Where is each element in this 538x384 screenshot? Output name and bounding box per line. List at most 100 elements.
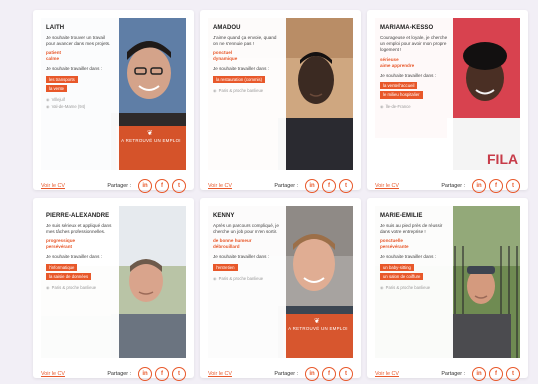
facebook-icon[interactable]: f	[155, 179, 169, 193]
quality: débrouillard	[213, 244, 240, 250]
linkedin-icon[interactable]: in	[305, 367, 319, 381]
card-footer: Voir le CV Partager : in f t	[41, 176, 186, 196]
location-pin-icon: ◉	[213, 87, 217, 93]
see-cv-link[interactable]: Voir le CV	[375, 371, 399, 377]
linkedin-icon[interactable]: in	[472, 179, 486, 193]
facebook-icon[interactable]: f	[322, 367, 336, 381]
twitter-icon[interactable]: t	[339, 367, 353, 381]
share-label: Partager :	[274, 371, 298, 377]
wish-label: Je souhaite travailler dans :	[213, 66, 269, 72]
card-footer: Voir le CV Partager : in f t	[208, 176, 353, 196]
candidate-card-laith: ❦ A RETROUVÉ UN EMPLOI LAITH Je souhaite…	[33, 10, 194, 193]
candidate-description: Après un parcours compliqué, je cherche …	[213, 223, 279, 235]
candidate-name: KENNY	[213, 213, 235, 219]
location-pin-icon: ◉	[380, 103, 384, 109]
wish-label: Je souhaite travailler dans :	[46, 66, 102, 72]
wish-label: Je souhaite travailler dans :	[46, 254, 102, 260]
candidate-description: Je suis au pied près de réussir dans vot…	[380, 223, 443, 235]
flame-logo-icon: ❦	[314, 318, 321, 325]
candidate-name: LAITH	[46, 25, 65, 31]
quality: dynamique	[213, 56, 238, 62]
sector-tag: un salon de coiffure	[380, 272, 424, 281]
sector-tag: la vente	[46, 84, 68, 93]
candidate-card-marie-emilie: MARIE-EMILIE Je suis au pied près de réu…	[367, 198, 528, 381]
facebook-icon[interactable]: f	[489, 179, 503, 193]
share-label: Partager :	[274, 183, 298, 189]
candidate-location: ◉ Île-de-France	[380, 104, 448, 110]
candidate-card-pierre-alexandre: PIERRE-ALEXANDRE Je suis sérieux et appl…	[33, 198, 194, 381]
candidate-location: ◉ Paris & proche banlieue	[46, 285, 114, 291]
candidate-description: Courageuse et loyale, je cherche un empl…	[380, 35, 448, 53]
location-text: Île-de-France	[385, 103, 411, 109]
candidate-location: ◉ Paris & proche banlieue	[213, 88, 281, 94]
sector-tag: la vente/l'accueil	[380, 81, 418, 90]
card-footer: Voir le CV Partager : in f t	[375, 176, 520, 196]
candidate-info: AMADOU J'aime quand ça envoie, quand on …	[208, 18, 286, 170]
candidate-info: KENNY Après un parcours compliqué, je ch…	[208, 206, 286, 358]
linkedin-icon[interactable]: in	[138, 367, 152, 381]
candidate-location: ◉ Val-de-Marne (94)	[46, 104, 114, 110]
candidate-location: ◉ Paris & proche banlieue	[380, 285, 448, 291]
twitter-icon[interactable]: t	[506, 367, 520, 381]
candidate-description: Je suis sérieux et appliqué dans mes tâc…	[46, 223, 112, 235]
location-pin-icon: ◉	[213, 275, 217, 281]
candidate-info: MARIAMA-KESSO Courageuse et loyale, je c…	[375, 18, 453, 170]
candidate-qualities: sérieuse aime apprendre	[380, 57, 448, 69]
facebook-icon[interactable]: f	[155, 367, 169, 381]
candidate-info: LAITH Je souhaite trouver un travail pou…	[41, 18, 119, 170]
card-footer: Voir le CV Partager : in f t	[375, 364, 520, 384]
see-cv-link[interactable]: Voir le CV	[208, 183, 232, 189]
hired-ribbon-text: A RETROUVÉ UN EMPLOI	[288, 326, 348, 331]
candidate-qualities: ponctuelle persévérante	[380, 238, 448, 250]
location-pin-icon: ◉	[46, 285, 50, 291]
twitter-icon[interactable]: t	[172, 179, 186, 193]
wish-label: Je souhaite travailler dans :	[213, 254, 269, 260]
see-cv-link[interactable]: Voir le CV	[375, 183, 399, 189]
sector-tag: le milieu hospitalier	[380, 91, 423, 99]
twitter-icon[interactable]: t	[506, 179, 520, 193]
facebook-icon[interactable]: f	[322, 179, 336, 193]
see-cv-link[interactable]: Voir le CV	[41, 371, 65, 377]
sector-tag: la saisie de données	[46, 272, 92, 281]
location-text: Paris & proche banlieue	[51, 285, 97, 291]
sector-tag: l'informatique	[46, 263, 78, 271]
linkedin-icon[interactable]: in	[472, 367, 486, 381]
candidate-name: MARIE-EMILIE	[380, 213, 423, 219]
card-footer: Voir le CV Partager : in f t	[208, 364, 353, 384]
candidate-name: MARIAMA-KESSO	[380, 25, 434, 31]
share-label: Partager :	[441, 371, 465, 377]
sector-tag: un baby-sitting	[380, 263, 414, 271]
shirt-print: FILA	[487, 151, 518, 167]
quality: persévérant	[46, 244, 73, 250]
location-text: Paris & proche banlieue	[385, 285, 431, 291]
candidate-info: MARIE-EMILIE Je suis au pied près de réu…	[375, 206, 453, 358]
share-label: Partager :	[441, 183, 465, 189]
location-text: Val-de-Marne (94)	[51, 103, 86, 109]
candidate-card-amadou: AMADOU J'aime quand ça envoie, quand on …	[200, 10, 361, 193]
candidate-info: PIERRE-ALEXANDRE Je suis sérieux et appl…	[41, 206, 119, 358]
see-cv-link[interactable]: Voir le CV	[41, 183, 65, 189]
see-cv-link[interactable]: Voir le CV	[208, 371, 232, 377]
linkedin-icon[interactable]: in	[305, 179, 319, 193]
quality: calme	[46, 56, 60, 62]
candidate-description: J'aime quand ça envoie, quand on ne s'en…	[213, 35, 277, 47]
twitter-icon[interactable]: t	[172, 367, 186, 381]
hired-ribbon-text: A RETROUVÉ UN EMPLOI	[121, 138, 181, 143]
hired-ribbon: ❦ A RETROUVÉ UN EMPLOI	[116, 126, 186, 170]
candidate-description: Je souhaite trouver un travail pour avan…	[46, 35, 111, 47]
share-label: Partager :	[107, 183, 131, 189]
candidate-qualities: patient calme	[46, 50, 114, 62]
candidate-name: PIERRE-ALEXANDRE	[46, 213, 110, 219]
location-text: Paris & proche banlieue	[218, 275, 264, 281]
facebook-icon[interactable]: f	[489, 367, 503, 381]
linkedin-icon[interactable]: in	[138, 179, 152, 193]
wish-label: Je souhaite travailler dans :	[380, 254, 436, 260]
share-label: Partager :	[107, 371, 131, 377]
sector-tag: les transports	[46, 75, 78, 83]
candidate-location: ◉ Paris & proche banlieue	[213, 276, 281, 282]
quality: persévérante	[380, 244, 409, 250]
quality: aime apprendre	[380, 62, 415, 68]
location-pin-icon: ◉	[46, 97, 50, 103]
twitter-icon[interactable]: t	[339, 179, 353, 193]
candidate-card-mariama-kesso: FILA MARIAMA-KESSO Courageuse et loyale,…	[367, 10, 528, 193]
